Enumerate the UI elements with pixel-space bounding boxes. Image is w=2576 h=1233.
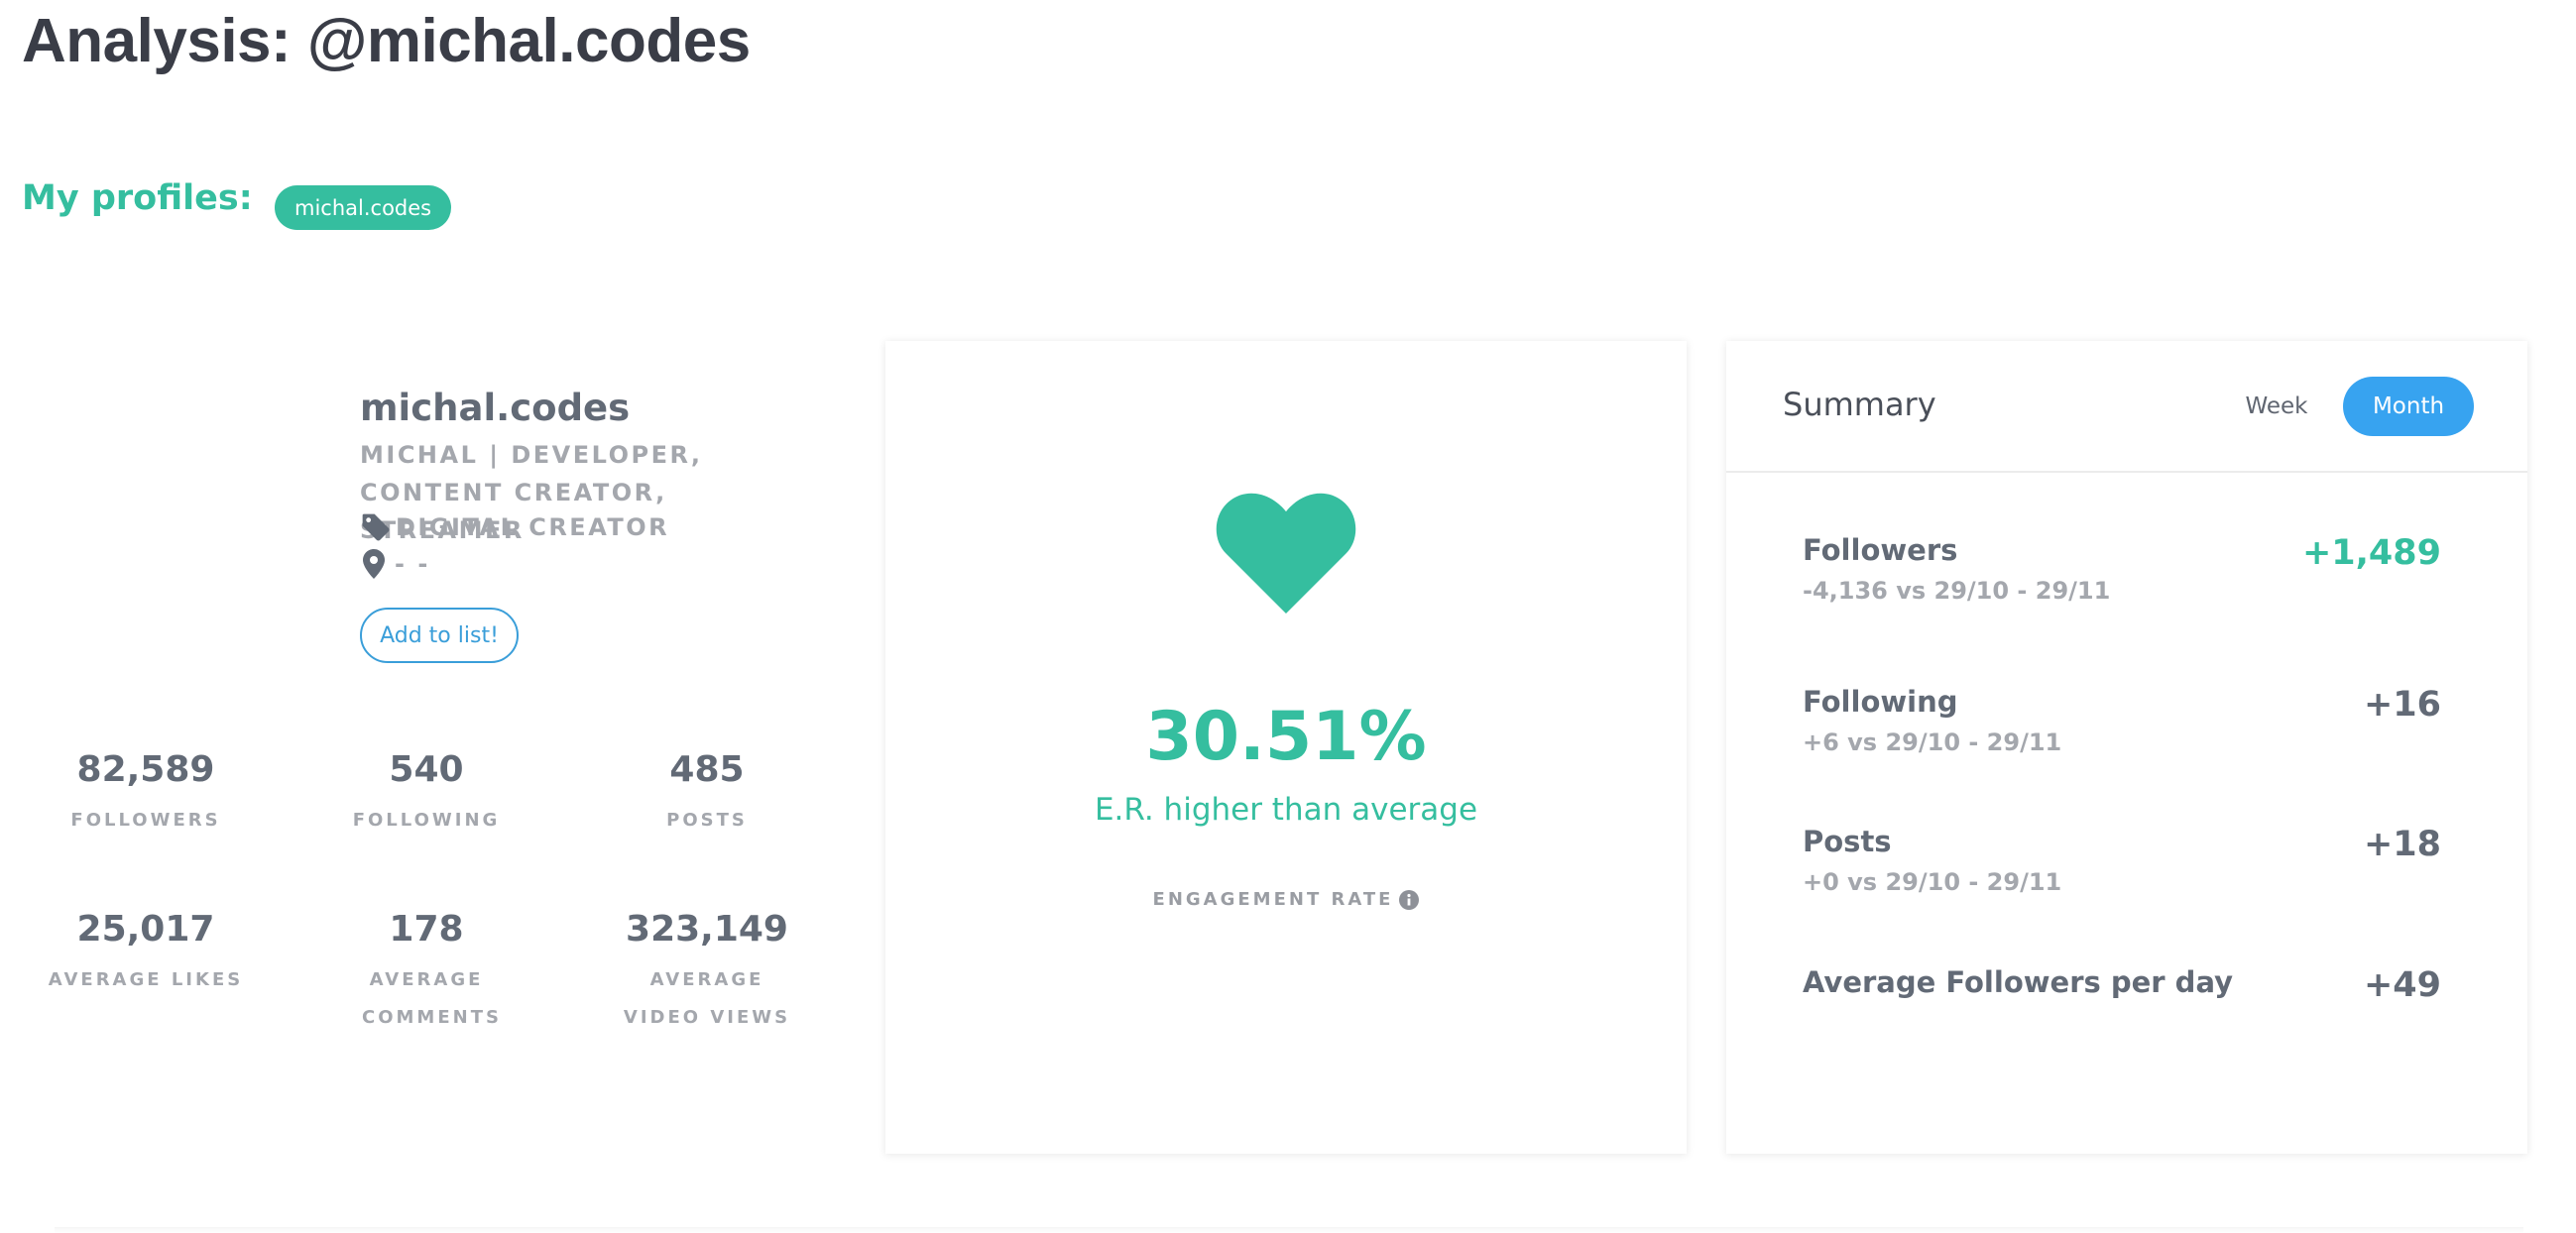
stat-label: POSTS — [666, 810, 748, 831]
summary-row-posts: Posts +0 vs 29/10 - 29/11 +18 — [1803, 825, 2441, 896]
summary-card: Summary Week Month Followers -4,136 vs 2… — [1726, 341, 2527, 1154]
engagement-rate-card: 30.51% E.R. higher than average ENGAGEME… — [885, 341, 1687, 1154]
summary-row-comparison: +6 vs 29/10 - 29/11 — [1803, 729, 2062, 756]
engagement-rate-label: ENGAGEMENT RATE — [885, 889, 1687, 910]
month-tab[interactable]: Month — [2343, 377, 2474, 436]
summary-divider — [1726, 471, 2527, 473]
add-to-list-button[interactable]: Add to list! — [360, 608, 519, 663]
summary-row-label: Posts — [1803, 825, 1892, 858]
stat-label: FOLLOWING — [352, 810, 501, 831]
stat-value: 82,589 — [76, 749, 215, 790]
info-icon[interactable] — [1399, 889, 1420, 910]
summary-row-label: Following — [1803, 685, 1958, 719]
summary-row-comparison: +0 vs 29/10 - 29/11 — [1803, 868, 2062, 896]
location-pin-icon — [363, 549, 385, 579]
summary-row-value: +18 — [2363, 825, 2441, 864]
stat-label: AVERAGE VIDEO VIEWS — [623, 969, 791, 1028]
page-title: Analysis: @michal.codes — [22, 7, 751, 75]
stat-label: AVERAGE LIKES — [48, 969, 244, 990]
stat-average-likes: 25,017 AVERAGE LIKES — [32, 908, 260, 999]
summary-title: Summary — [1783, 386, 1936, 423]
summary-row-value: +16 — [2363, 685, 2441, 725]
summary-row-value: +49 — [2363, 965, 2441, 1005]
stat-label: FOLLOWERS — [70, 810, 221, 831]
stat-value: 540 — [389, 749, 464, 790]
summary-row-followers: Followers -4,136 vs 29/10 - 29/11 +1,489 — [1803, 533, 2441, 605]
profile-username: michal.codes — [360, 387, 631, 429]
stat-following: 540 FOLLOWING — [312, 748, 540, 840]
summary-row-following: Following +6 vs 29/10 - 29/11 +16 — [1803, 685, 2441, 756]
stat-value: 25,017 — [76, 909, 215, 950]
summary-row-label: Average Followers per day — [1803, 965, 2234, 999]
stat-average-video-views: 323,149 AVERAGE VIDEO VIEWS — [593, 908, 821, 1037]
profile-category-label: DIGITAL CREATOR — [396, 513, 670, 541]
heart-icon — [1216, 493, 1356, 614]
next-section-edge — [55, 1227, 2523, 1233]
summary-row-average-followers-per-day: Average Followers per day +49 — [1803, 965, 2441, 1005]
stat-followers: 82,589 FOLLOWERS — [32, 748, 260, 840]
stat-average-comments: 178 AVERAGE COMMENTS — [312, 908, 540, 1037]
week-tab[interactable]: Week — [2222, 377, 2331, 436]
engagement-rate-value: 30.51% — [1145, 698, 1427, 776]
summary-row-value: +1,489 — [2301, 533, 2441, 573]
engagement-rate-caption: E.R. higher than average — [1094, 792, 1478, 828]
stat-label: AVERAGE COMMENTS — [362, 969, 502, 1028]
profile-location: - - — [360, 549, 430, 579]
profile-pill-michal-codes[interactable]: michal.codes — [275, 185, 452, 230]
stat-posts: 485 POSTS — [593, 748, 821, 840]
stat-value: 323,149 — [626, 909, 788, 950]
summary-row-comparison: -4,136 vs 29/10 - 29/11 — [1803, 577, 2111, 605]
stat-value: 485 — [669, 749, 745, 790]
profile-location-label: - - — [395, 550, 430, 578]
my-profiles-label: My profiles: — [22, 178, 253, 218]
stat-value: 178 — [389, 909, 464, 950]
profile-category: DIGITAL CREATOR — [360, 511, 669, 543]
tag-icon — [360, 511, 392, 543]
engagement-rate-label-text: ENGAGEMENT RATE — [1152, 889, 1394, 910]
